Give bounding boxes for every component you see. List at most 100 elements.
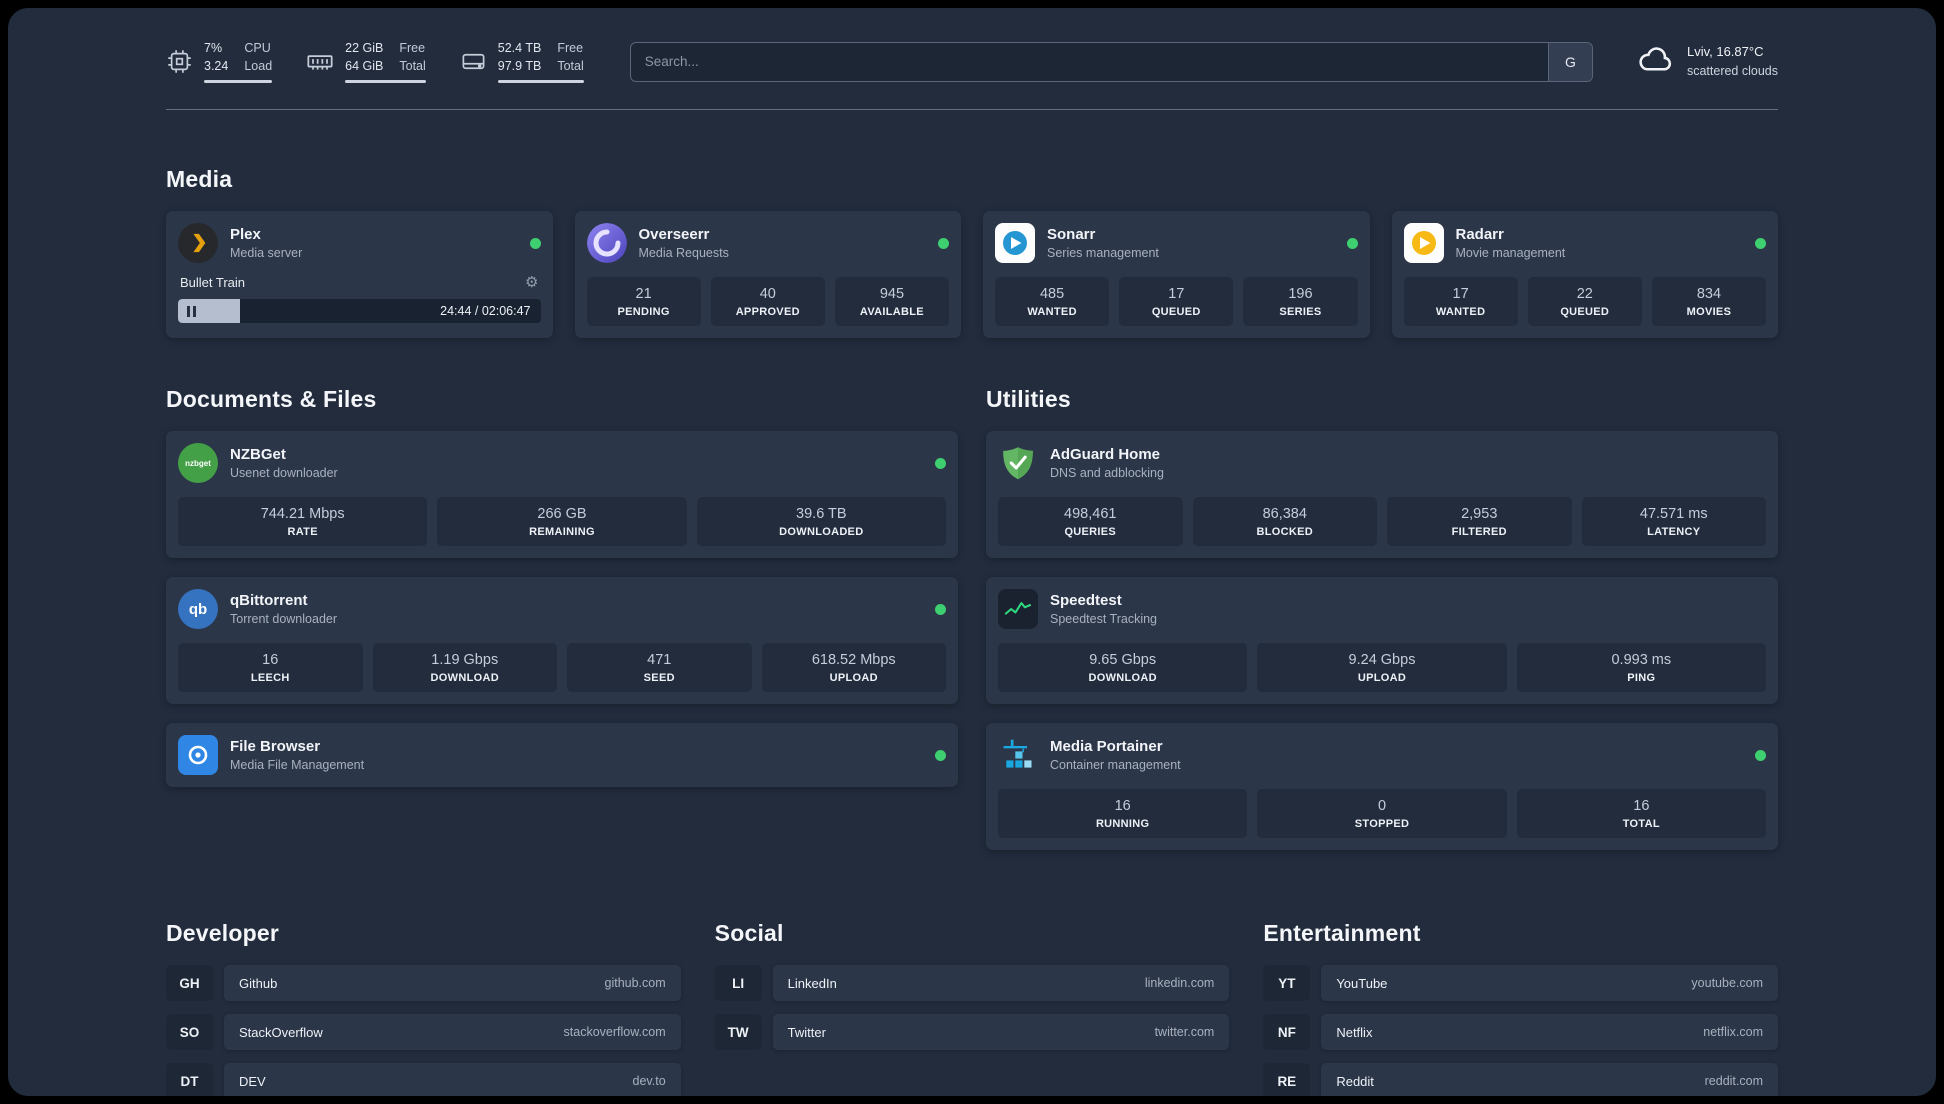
section-title-utilities: Utilities	[986, 386, 1071, 412]
stat-tile: 0.993 ms PING	[1516, 643, 1766, 692]
stat-value: 834	[1696, 286, 1722, 302]
dashboard: 7% CPU 3.24 Load 22 GiB Free 64 GiB Tota…	[8, 8, 1936, 1096]
stat-label: BLOCKED	[1256, 526, 1313, 538]
stat-label: SERIES	[1279, 306, 1322, 318]
sonarr-icon	[995, 223, 1035, 263]
link-dev[interactable]: DT DEV dev.to	[166, 1063, 681, 1096]
ram-free-value: 22 GiB	[345, 41, 384, 55]
stat-value: 39.6 TB	[796, 506, 847, 522]
github-icon: GH	[166, 965, 213, 1001]
weather-widget[interactable]: Lviv, 16.87°C scattered clouds	[1637, 42, 1778, 80]
app-name: qBittorrent	[230, 592, 308, 609]
link-name: Github	[239, 975, 278, 991]
stat-tile: 17 QUEUED	[1119, 277, 1234, 326]
stat-value: 22	[1576, 286, 1593, 302]
youtube-icon: YT	[1263, 965, 1311, 1001]
stat-label: SEED	[643, 672, 675, 684]
stat-value: 86,384	[1262, 506, 1307, 522]
section-utilities: Utilities AdGuard Home DNS and adblockin…	[986, 386, 1778, 850]
nzbget-card[interactable]: nzbget NZBGet Usenet downloader 744.21 M…	[166, 431, 958, 558]
stat-value: 16	[1114, 798, 1131, 814]
app-subtitle: Series management	[1047, 246, 1159, 260]
gear-icon[interactable]: ⚙	[525, 273, 538, 291]
netflix-icon: NF	[1263, 1014, 1311, 1050]
qbittorrent-icon-text: qb	[188, 600, 208, 618]
stat-tile: 47.571 ms LATENCY	[1581, 497, 1766, 546]
stat-value: 1.19 Gbps	[431, 652, 499, 668]
stat-tile: 266 GB REMAINING	[437, 497, 687, 546]
cpu-metric: 7% CPU 3.24 Load	[166, 40, 273, 83]
app-name: NZBGet	[230, 446, 286, 463]
link-name: Reddit	[1336, 1073, 1374, 1089]
stat-value: 0	[1377, 798, 1387, 814]
stat-value: 47.571 ms	[1639, 506, 1708, 522]
qbittorrent-card[interactable]: qb qBittorrent Torrent downloader 16 LEE…	[166, 577, 958, 704]
adguard-card[interactable]: AdGuard Home DNS and adblocking 498,461 …	[986, 431, 1778, 558]
stat-label: RUNNING	[1095, 818, 1150, 830]
portainer-card[interactable]: Media Portainer Container management 16 …	[986, 723, 1778, 850]
disk-icon	[460, 48, 487, 75]
link-stackoverflow[interactable]: SO StackOverflow stackoverflow.com	[166, 1014, 681, 1050]
weather-condition: scattered clouds	[1686, 63, 1778, 78]
link-url: twitter.com	[1154, 1025, 1215, 1039]
app-name: Media Portainer	[1050, 738, 1163, 755]
link-url: dev.to	[632, 1074, 666, 1088]
section-entertainment: Entertainment YT YouTube youtube.com NF …	[1263, 920, 1778, 1096]
speedtest-card[interactable]: Speedtest Speedtest Tracking 9.65 Gbps D…	[986, 577, 1778, 704]
stat-value: 9.65 Gbps	[1089, 652, 1157, 668]
stat-label: QUEUED	[1151, 306, 1201, 318]
stat-value: 498,461	[1064, 506, 1117, 522]
stat-value: 744.21 Mbps	[260, 506, 345, 522]
qbittorrent-icon: qb	[178, 589, 218, 629]
stat-tile: 16 LEECH	[178, 643, 363, 692]
stat-tile: 618.52 Mbps UPLOAD	[761, 643, 946, 692]
stat-label: QUEUED	[1560, 306, 1610, 318]
sonarr-card[interactable]: Sonarr Series management 485 WANTED 17 Q…	[983, 211, 1370, 338]
stat-value: 16	[1633, 798, 1650, 814]
link-youtube[interactable]: YT YouTube youtube.com	[1263, 965, 1778, 1001]
search-input[interactable]	[630, 42, 1548, 81]
stat-tile: 21 PENDING	[586, 277, 701, 326]
stat-label: DOWNLOADED	[779, 526, 864, 538]
search-engine-button[interactable]: G	[1547, 42, 1592, 81]
link-twitter[interactable]: TW Twitter twitter.com	[714, 1014, 1230, 1050]
link-reddit[interactable]: RE Reddit reddit.com	[1263, 1063, 1778, 1096]
search-bar: G	[629, 41, 1593, 82]
stat-value: 16	[262, 652, 279, 668]
app-name: Speedtest	[1050, 592, 1122, 609]
pause-button[interactable]	[187, 305, 196, 317]
link-github[interactable]: GH Github github.com	[166, 965, 681, 1001]
app-subtitle: Media server	[230, 246, 303, 260]
stat-value: 9.24 Gbps	[1348, 652, 1416, 668]
progress-fill[interactable]	[178, 299, 240, 323]
filebrowser-card[interactable]: File Browser Media File Management	[166, 723, 958, 787]
section-media: Media Plex Media server Bullet Train ⚙ 2…	[166, 166, 1778, 338]
cpu-icon	[166, 48, 193, 75]
link-url: youtube.com	[1691, 976, 1763, 990]
media-progress-bar[interactable]: 24:44 / 02:06:47	[178, 299, 541, 323]
section-social: Social LI LinkedIn linkedin.com TW Twitt…	[714, 920, 1230, 1063]
overseerr-card[interactable]: Overseerr Media Requests 21 PENDING 40 A…	[574, 211, 961, 338]
link-linkedin[interactable]: LI LinkedIn linkedin.com	[714, 965, 1230, 1001]
plex-card[interactable]: Plex Media server Bullet Train ⚙ 24:44 /…	[166, 211, 553, 338]
stat-tile: 9.65 Gbps DOWNLOAD	[998, 643, 1248, 692]
link-netflix[interactable]: NF Netflix netflix.com	[1263, 1014, 1778, 1050]
stat-label: RATE	[287, 526, 318, 538]
link-name: Twitter	[787, 1024, 826, 1040]
radarr-card[interactable]: Radarr Movie management 17 WANTED 22 QUE…	[1391, 211, 1778, 338]
link-url: stackoverflow.com	[563, 1025, 666, 1039]
status-dot	[529, 237, 541, 249]
status-dot	[935, 457, 946, 469]
stat-value: 40	[759, 286, 776, 302]
app-subtitle: Media Requests	[638, 246, 729, 260]
stat-label: REMAINING	[529, 526, 595, 538]
stat-label: WANTED	[1435, 306, 1486, 318]
app-name: Plex	[230, 226, 261, 243]
stat-label: PENDING	[617, 306, 670, 318]
link-name: Netflix	[1336, 1024, 1373, 1040]
link-url: github.com	[604, 976, 666, 990]
disk-total-value: 97.9 TB	[497, 58, 542, 73]
stat-label: TOTAL	[1622, 818, 1660, 830]
stat-label: UPLOAD	[1357, 672, 1407, 684]
stat-value: 17	[1452, 286, 1469, 302]
